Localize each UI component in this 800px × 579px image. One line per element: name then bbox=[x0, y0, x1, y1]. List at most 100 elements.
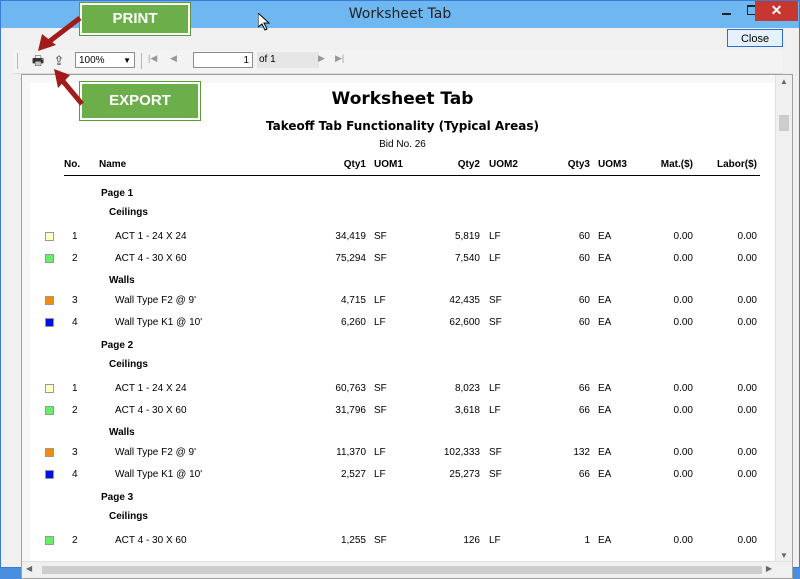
uom2-value: LF bbox=[489, 383, 501, 394]
qty2-value: 3,618 bbox=[454, 405, 480, 416]
row-number: 4 bbox=[72, 317, 78, 328]
bid-number: Bid No. 26 bbox=[379, 139, 426, 150]
col-header-qty3: Qty3 bbox=[567, 159, 590, 170]
uom2-value: SF bbox=[489, 317, 502, 328]
labor-value: 0.00 bbox=[737, 253, 757, 264]
col-header-qty1: Qty1 bbox=[343, 159, 366, 170]
uom1-value: LF bbox=[374, 447, 386, 458]
qty3-value: 60 bbox=[578, 317, 590, 328]
last-page-icon[interactable]: ▶| bbox=[335, 53, 344, 64]
page-heading: Page 1 bbox=[101, 188, 134, 199]
col-header-uom3: UOM3 bbox=[598, 159, 627, 170]
col-header-mat: Mat.($) bbox=[660, 159, 693, 170]
row-number: 2 bbox=[72, 405, 78, 416]
report-viewer[interactable]: Worksheet Tab Takeoff Tab Functionality … bbox=[21, 74, 793, 579]
uom3-value: EA bbox=[598, 317, 612, 328]
uom3-value: EA bbox=[598, 295, 612, 306]
col-header-uom2: UOM2 bbox=[489, 159, 518, 170]
uom1-value: LF bbox=[374, 469, 386, 480]
qty3-value: 60 bbox=[578, 295, 590, 306]
item-name: ACT 1 - 24 X 24 bbox=[115, 231, 187, 242]
row-number: 3 bbox=[72, 447, 78, 458]
col-header-labor: Labor($) bbox=[717, 159, 757, 170]
row-number: 4 bbox=[72, 469, 78, 480]
item-name: ACT 4 - 30 X 60 bbox=[115, 405, 187, 416]
print-arrow-icon bbox=[38, 16, 82, 51]
uom3-value: EA bbox=[598, 253, 612, 264]
uom3-value: EA bbox=[598, 231, 612, 242]
vertical-scrollbar[interactable]: ▲ ▼ bbox=[775, 75, 792, 563]
color-swatch bbox=[45, 470, 54, 479]
horizontal-scrollbar[interactable]: ◀ ▶ bbox=[22, 561, 792, 578]
row-number: 1 bbox=[72, 383, 78, 394]
qty2-value: 7,540 bbox=[454, 253, 480, 264]
col-header-qty2: Qty2 bbox=[457, 159, 480, 170]
row-number: 2 bbox=[72, 535, 78, 546]
toolbar-grip bbox=[17, 53, 18, 69]
close-button[interactable]: Close bbox=[727, 29, 783, 47]
page-heading: Page 2 bbox=[101, 340, 134, 351]
uom3-value: EA bbox=[598, 535, 612, 546]
qty1-value: 60,763 bbox=[335, 383, 366, 394]
labor-value: 0.00 bbox=[737, 535, 757, 546]
hscroll-thumb[interactable] bbox=[42, 566, 762, 574]
uom3-value: EA bbox=[598, 405, 612, 416]
scroll-down-icon[interactable]: ▼ bbox=[780, 551, 788, 560]
labor-value: 0.00 bbox=[737, 447, 757, 458]
qty2-value: 102,333 bbox=[443, 447, 480, 458]
page-number-input[interactable]: 1 bbox=[193, 52, 253, 68]
qty1-value: 31,796 bbox=[335, 405, 366, 416]
mat-value: 0.00 bbox=[673, 253, 693, 264]
color-swatch bbox=[45, 384, 54, 393]
scroll-thumb[interactable] bbox=[779, 115, 789, 131]
scroll-up-icon[interactable]: ▲ bbox=[780, 77, 788, 86]
toolbar-separator bbox=[141, 53, 142, 69]
qty3-value: 66 bbox=[578, 405, 590, 416]
item-name: Wall Type F2 @ 9' bbox=[115, 447, 196, 458]
labor-value: 0.00 bbox=[737, 405, 757, 416]
chevron-down-icon: ▼ bbox=[123, 56, 131, 65]
labor-value: 0.00 bbox=[737, 231, 757, 242]
mat-value: 0.00 bbox=[673, 405, 693, 416]
scroll-right-icon[interactable]: ▶ bbox=[766, 564, 772, 573]
uom3-value: EA bbox=[598, 469, 612, 480]
group-heading: Walls bbox=[109, 275, 135, 286]
labor-value: 0.00 bbox=[737, 383, 757, 394]
qty1-value: 75,294 bbox=[335, 253, 366, 264]
color-swatch bbox=[45, 254, 54, 263]
window-close-icon[interactable]: ✕ bbox=[755, 1, 798, 21]
group-heading: Walls bbox=[109, 427, 135, 438]
qty3-value: 66 bbox=[578, 383, 590, 394]
color-swatch bbox=[45, 232, 54, 241]
color-swatch bbox=[45, 448, 54, 457]
report-subtitle: Takeoff Tab Functionality (Typical Areas… bbox=[265, 119, 540, 133]
qty2-value: 42,435 bbox=[449, 295, 480, 306]
prev-page-icon[interactable]: ◀ bbox=[170, 53, 177, 64]
uom1-value: SF bbox=[374, 231, 387, 242]
uom1-value: SF bbox=[374, 405, 387, 416]
print-icon[interactable]: 🖶 bbox=[30, 53, 46, 69]
color-swatch bbox=[45, 536, 54, 545]
item-name: ACT 1 - 24 X 24 bbox=[115, 383, 187, 394]
uom2-value: SF bbox=[489, 295, 502, 306]
qty1-value: 4,715 bbox=[340, 295, 366, 306]
qty1-value: 1,255 bbox=[340, 535, 366, 546]
labor-value: 0.00 bbox=[737, 469, 757, 480]
mat-value: 0.00 bbox=[673, 231, 693, 242]
header-divider bbox=[64, 175, 760, 176]
group-heading: Ceilings bbox=[109, 207, 148, 218]
mat-value: 0.00 bbox=[673, 447, 693, 458]
color-swatch bbox=[45, 406, 54, 415]
mat-value: 0.00 bbox=[673, 469, 693, 480]
qty3-value: 1 bbox=[584, 535, 590, 546]
scroll-left-icon[interactable]: ◀ bbox=[26, 564, 32, 573]
mat-value: 0.00 bbox=[673, 535, 693, 546]
next-page-icon[interactable]: ▶ bbox=[318, 53, 325, 64]
qty2-value: 62,600 bbox=[449, 317, 480, 328]
uom1-value: LF bbox=[374, 295, 386, 306]
first-page-icon[interactable]: |◀ bbox=[148, 53, 157, 64]
row-number: 2 bbox=[72, 253, 78, 264]
minimize-icon[interactable] bbox=[713, 1, 739, 21]
qty2-value: 25,273 bbox=[449, 469, 480, 480]
item-name: Wall Type K1 @ 10' bbox=[115, 469, 203, 480]
